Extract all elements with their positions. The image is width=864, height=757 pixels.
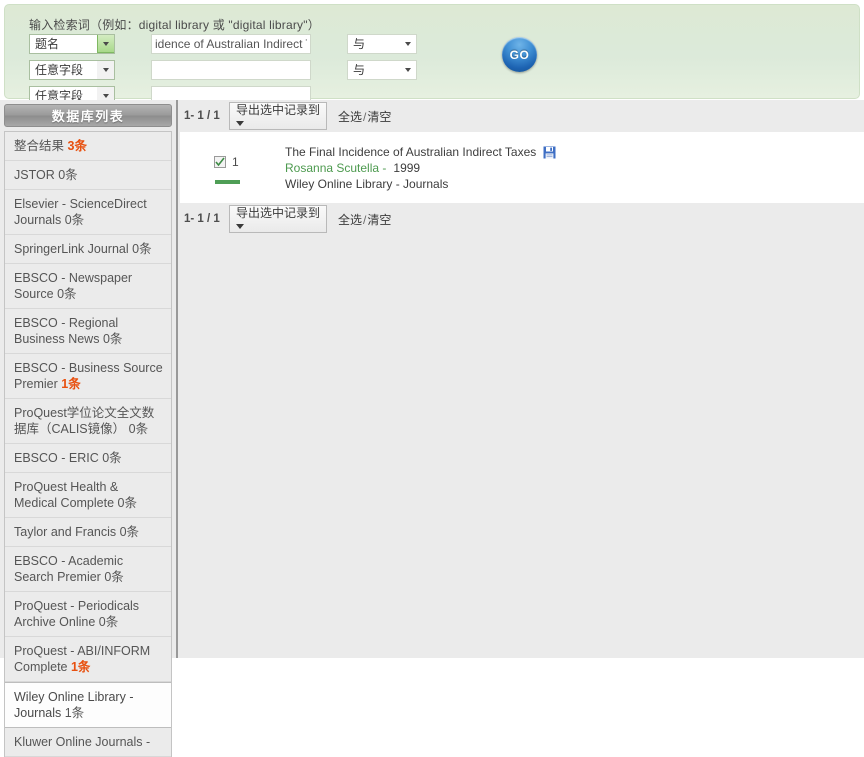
- field-select-value: 任意字段: [35, 63, 84, 77]
- sidebar-item-count: 1条: [70, 660, 91, 674]
- sidebar-item-db-13[interactable]: ProQuest - Periodicals Archive Online 0条: [5, 592, 171, 637]
- page-body: 数据库列表 整合结果 3条 JSTOR 0条 Elsevier - ScienceD…: [0, 100, 864, 757]
- results-content: 1- 1 / 1 导出选中记录到 全选/清空 1 The Final Incide…: [180, 100, 864, 658]
- database-list: 整合结果 3条 JSTOR 0条 Elsevier - ScienceDirect …: [4, 131, 172, 757]
- boolean-operator-value: 与: [353, 37, 366, 51]
- sidebar-item-db-8[interactable]: ProQuest学位论文全文数据库（CALIS镜像） 0条: [5, 399, 171, 444]
- chevron-down-icon: [236, 121, 244, 126]
- sidebar-item-count: 0条: [119, 525, 140, 539]
- sidebar-item-db-7[interactable]: EBSCO - Business Source Premier 1条: [5, 354, 171, 399]
- boolean-operator-select-2[interactable]: 与: [347, 60, 417, 80]
- sidebar-item-label: JSTOR: [14, 168, 55, 182]
- sidebar-item-db-1[interactable]: 整合结果 3条: [5, 132, 171, 161]
- sidebar-item-db-4[interactable]: SpringerLink Journal 0条: [5, 235, 171, 264]
- sidebar-item-label: ProQuest Health & Medical Complete: [14, 480, 119, 510]
- database-sidebar: 数据库列表 整合结果 3条 JSTOR 0条 Elsevier - ScienceD…: [0, 100, 178, 757]
- field-select-value: 题名: [35, 37, 60, 51]
- result-year: 1999: [393, 161, 421, 175]
- field-select-2[interactable]: 任意字段: [29, 60, 115, 80]
- clear-link-top[interactable]: 清空: [367, 110, 391, 124]
- result-source: Wiley Online Library - Journals: [285, 177, 449, 191]
- sidebar-item-count: 1条: [64, 706, 85, 720]
- sidebar-item-db-16[interactable]: Kluwer Online Journals -: [5, 728, 171, 757]
- sidebar-item-db-2[interactable]: JSTOR 0条: [5, 161, 171, 190]
- selection-links-bottom: 全选/清空: [338, 211, 391, 228]
- search-header: 输入检索词（例如：digital library 或 "digital libr…: [0, 0, 864, 106]
- result-author-line: Rosanna Scutella - 1999: [285, 161, 556, 175]
- sidebar-item-db-15[interactable]: Wiley Online Library - Journals 1条: [5, 682, 171, 728]
- pager-bottom: 1- 1 / 1: [184, 213, 220, 225]
- sidebar-item-count: 0条: [58, 168, 78, 182]
- select-all-link-bottom[interactable]: 全选: [338, 213, 362, 227]
- pager-top: 1- 1 / 1: [184, 110, 220, 122]
- sidebar-item-label: ProQuest - Periodicals Archive Online: [14, 599, 140, 629]
- sidebar-item-db-9[interactable]: EBSCO - ERIC 0条: [5, 444, 171, 473]
- sidebar-header: 数据库列表: [4, 104, 172, 127]
- boolean-operator-select-1[interactable]: 与: [347, 34, 417, 54]
- sidebar-item-label: EBSCO - Business Source Premier: [14, 361, 163, 391]
- result-title-link[interactable]: The Final Incidence of Australian Indire…: [285, 145, 536, 159]
- search-hint-text: 输入检索词（例如：digital library 或 "digital libr…: [29, 18, 320, 32]
- chevron-down-icon[interactable]: [399, 35, 416, 53]
- result-row: 1 The Final Incidence of Australian Indir…: [180, 138, 864, 193]
- sidebar-item-db-14[interactable]: ProQuest - ABI/INFORM Complete 1条: [5, 637, 171, 682]
- relevance-bar: [215, 180, 240, 184]
- search-term-input-1[interactable]: [151, 34, 311, 54]
- search-term-input-2[interactable]: [151, 60, 311, 80]
- sidebar-item-count: 0条: [128, 422, 149, 436]
- result-checkbox-line: 1: [214, 155, 285, 169]
- search-row: 任意字段 与: [5, 60, 861, 80]
- chevron-down-icon[interactable]: [97, 61, 114, 79]
- export-button-label: 导出选中记录到: [236, 103, 321, 117]
- toolbar-bottom: 1- 1 / 1 导出选中记录到 全选/清空: [180, 203, 864, 235]
- sidebar-item-db-3[interactable]: Elsevier - ScienceDirect Journals 0条: [5, 190, 171, 235]
- sidebar-item-count: 0条: [117, 496, 137, 510]
- selection-links-top: 全选/清空: [338, 108, 391, 125]
- sidebar-item-db-11[interactable]: Taylor and Francis 0条: [5, 518, 171, 547]
- result-index: 1: [232, 155, 239, 169]
- export-button-bottom[interactable]: 导出选中记录到: [229, 205, 327, 233]
- sidebar-item-label: SpringerLink Journal: [14, 242, 129, 256]
- result-title-line: The Final Incidence of Australian Indire…: [285, 145, 556, 159]
- sidebar-item-count: 0条: [64, 213, 85, 227]
- sidebar-item-db-5[interactable]: EBSCO - Newspaper Source 0条: [5, 264, 171, 309]
- sidebar-item-count: 0条: [102, 451, 122, 465]
- sidebar-item-count: 3条: [67, 139, 87, 153]
- sidebar-item-db-6[interactable]: EBSCO - Regional Business News 0条: [5, 309, 171, 354]
- sidebar-item-label: Kluwer Online Journals -: [14, 735, 151, 749]
- sidebar-item-count: 0条: [102, 332, 123, 346]
- sidebar-item-label: 整合结果: [14, 139, 65, 153]
- boolean-operator-value: 与: [353, 63, 366, 77]
- toolbar-top: 1- 1 / 1 导出选中记录到 全选/清空: [180, 100, 864, 132]
- link-separator: /: [363, 212, 367, 227]
- chevron-down-icon[interactable]: [97, 35, 114, 53]
- go-button[interactable]: GO: [502, 37, 537, 72]
- sidebar-item-count: 0条: [132, 242, 152, 256]
- export-button-top[interactable]: 导出选中记录到: [229, 102, 327, 130]
- sidebar-item-label: Taylor and Francis: [14, 525, 117, 539]
- result-author-link[interactable]: Rosanna Scutella -: [285, 161, 386, 175]
- result-checkbox[interactable]: [214, 156, 226, 168]
- search-panel: 输入检索词（例如：digital library 或 "digital libr…: [4, 4, 861, 106]
- floppy-save-icon[interactable]: [543, 146, 556, 159]
- sidebar-item-count: 0条: [104, 570, 124, 584]
- sidebar-item-count: 0条: [98, 615, 119, 629]
- sidebar-item-count: 0条: [57, 287, 77, 301]
- export-button-label: 导出选中记录到: [236, 206, 321, 220]
- sidebar-title: 数据库列表: [51, 109, 125, 124]
- select-all-link-top[interactable]: 全选: [338, 110, 362, 124]
- sidebar-item-db-10[interactable]: ProQuest Health & Medical Complete 0条: [5, 473, 171, 518]
- clear-link-bottom[interactable]: 清空: [367, 213, 391, 227]
- chevron-down-icon[interactable]: [399, 61, 416, 79]
- results-panel: 1 The Final Incidence of Australian Indir…: [180, 132, 864, 203]
- search-row: 题名 与: [5, 34, 861, 54]
- sidebar-item-db-12[interactable]: EBSCO - Academic Search Premier 0条: [5, 547, 171, 592]
- sidebar-item-count: 1条: [61, 377, 81, 391]
- sidebar-item-label: EBSCO - ERIC: [14, 451, 99, 465]
- chevron-down-icon: [236, 224, 244, 229]
- result-details: The Final Incidence of Australian Indire…: [285, 142, 556, 191]
- field-select-1[interactable]: 题名: [29, 34, 115, 54]
- link-separator: /: [363, 109, 367, 124]
- result-row-controls: 1: [180, 142, 285, 191]
